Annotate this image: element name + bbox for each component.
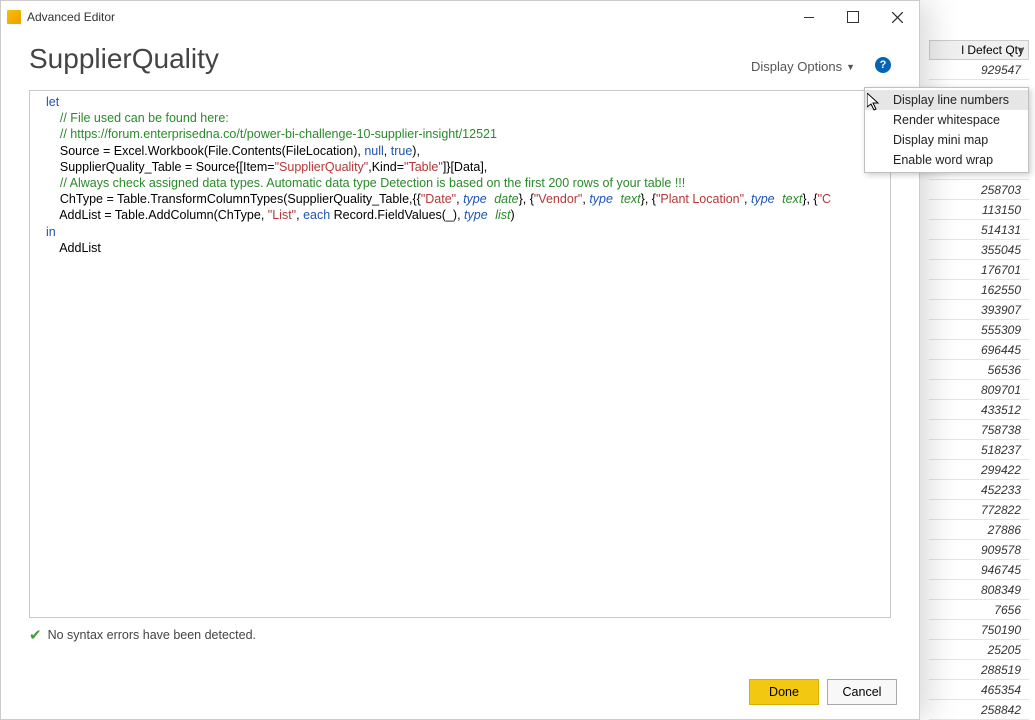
background-cell[interactable]: 772822 — [929, 500, 1029, 520]
background-cell[interactable]: 56536 — [929, 360, 1029, 380]
background-column-header[interactable]: l Defect Qty ▼ — [929, 40, 1029, 60]
background-cell[interactable]: 113150 — [929, 200, 1029, 220]
background-column-header-label: l Defect Qty — [961, 43, 1024, 57]
background-cell[interactable]: 433512 — [929, 400, 1029, 420]
background-cell[interactable]: 808349 — [929, 580, 1029, 600]
menu-display-mini-map[interactable]: Display mini map — [865, 130, 1028, 150]
background-cell[interactable]: 452233 — [929, 480, 1029, 500]
display-options-button[interactable]: Display Options ▼ — [745, 55, 861, 78]
maximize-button[interactable] — [831, 1, 875, 33]
background-cell[interactable]: 518237 — [929, 440, 1029, 460]
code-editor[interactable]: let // File used can be found here: // h… — [29, 90, 891, 618]
background-cell[interactable]: 696445 — [929, 340, 1029, 360]
background-cell[interactable]: 162550 — [929, 280, 1029, 300]
button-row: Done Cancel — [749, 679, 897, 705]
status-bar: ✔ No syntax errors have been detected. — [29, 626, 891, 644]
background-cell[interactable]: 176701 — [929, 260, 1029, 280]
display-options-menu: Display line numbers Render whitespace D… — [864, 87, 1029, 173]
background-cell[interactable]: 809701 — [929, 380, 1029, 400]
background-cell[interactable]: 514131 — [929, 220, 1029, 240]
background-cell[interactable]: 27886 — [929, 520, 1029, 540]
background-cell[interactable]: 355045 — [929, 240, 1029, 260]
background-cell[interactable]: 555309 — [929, 320, 1029, 340]
background-cell[interactable]: 299422 — [929, 460, 1029, 480]
background-cell[interactable]: 258842 — [929, 700, 1029, 720]
advanced-editor-window: Advanced Editor SupplierQuality Display … — [0, 0, 920, 720]
done-button[interactable]: Done — [749, 679, 819, 705]
close-icon — [892, 12, 903, 23]
background-cell[interactable]: 946745 — [929, 560, 1029, 580]
chevron-down-icon: ▼ — [846, 62, 855, 72]
close-button[interactable] — [875, 1, 919, 33]
background-cell[interactable]: 465354 — [929, 680, 1029, 700]
header-row: SupplierQuality Display Options ▼ ? — [1, 33, 919, 82]
minimize-button[interactable] — [787, 1, 831, 33]
window-title: Advanced Editor — [27, 10, 787, 24]
app-icon — [7, 10, 21, 24]
background-cell[interactable]: 909578 — [929, 540, 1029, 560]
check-icon: ✔ — [29, 626, 42, 644]
help-icon[interactable]: ? — [875, 57, 891, 73]
background-cell[interactable]: 288519 — [929, 660, 1029, 680]
titlebar: Advanced Editor — [1, 1, 919, 33]
cancel-button[interactable]: Cancel — [827, 679, 897, 705]
menu-display-line-numbers[interactable]: Display line numbers — [865, 90, 1028, 110]
code-content[interactable]: let // File used can be found here: // h… — [30, 91, 890, 259]
display-options-label: Display Options — [751, 59, 842, 74]
background-cell[interactable]: 393907 — [929, 300, 1029, 320]
background-cell[interactable]: 929547 — [929, 60, 1029, 80]
background-cell[interactable]: 25205 — [929, 640, 1029, 660]
menu-render-whitespace[interactable]: Render whitespace — [865, 110, 1028, 130]
menu-enable-word-wrap[interactable]: Enable word wrap — [865, 150, 1028, 170]
background-cell[interactable]: 7656 — [929, 600, 1029, 620]
background-cell[interactable]: 258703 — [929, 180, 1029, 200]
query-name: SupplierQuality — [29, 43, 745, 75]
background-cell[interactable]: 758738 — [929, 420, 1029, 440]
background-cell[interactable]: 750190 — [929, 620, 1029, 640]
column-dropdown-icon[interactable]: ▼ — [1017, 45, 1026, 55]
status-text: No syntax errors have been detected. — [48, 628, 256, 642]
